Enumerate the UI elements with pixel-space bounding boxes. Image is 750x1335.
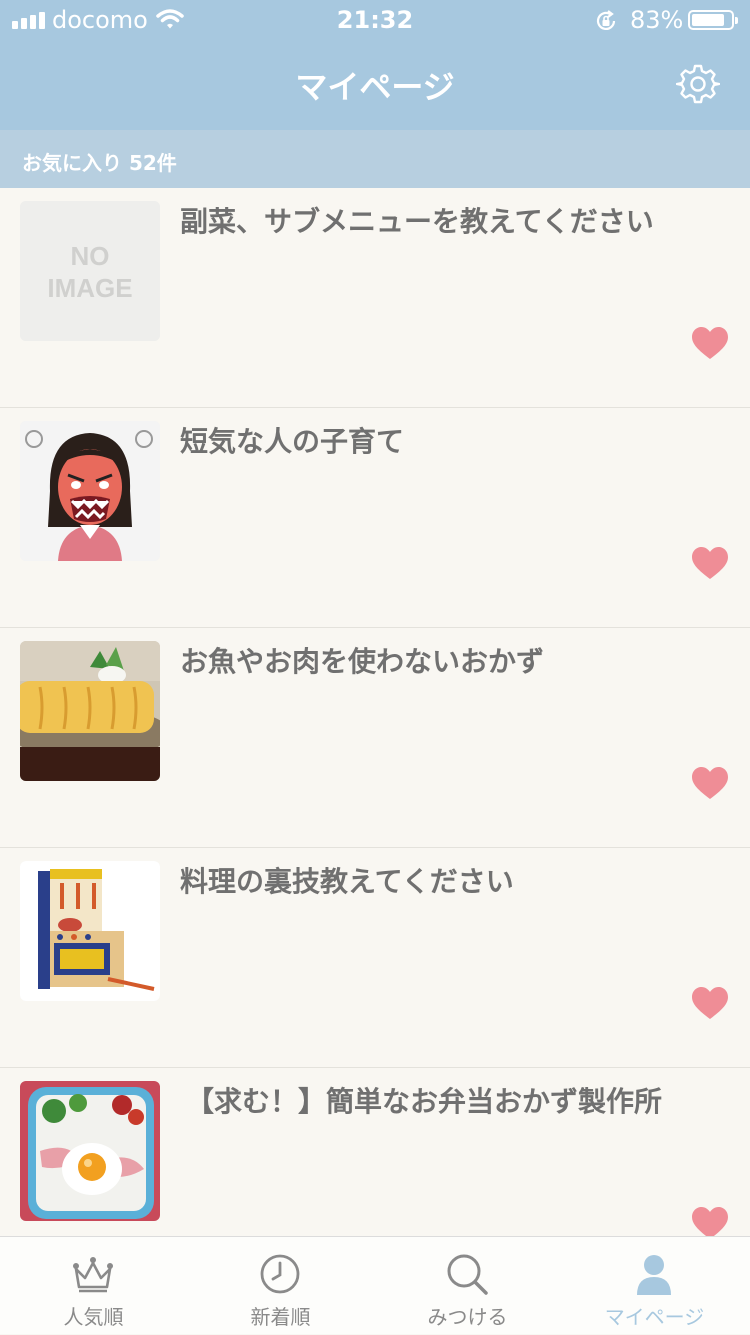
- tab-popular[interactable]: 人気順: [0, 1237, 187, 1335]
- page-title: マイページ: [295, 68, 455, 106]
- tamagoyaki-thumbnail: [20, 641, 160, 781]
- favorites-count-bar: お気に入り 52件: [0, 130, 750, 188]
- item-title: 料理の裏技教えてください: [180, 865, 514, 898]
- item-title: お魚やお肉を使わないおかず: [180, 645, 545, 678]
- list-item[interactable]: NO IMAGE 副菜、サブメニューを教えてください: [0, 188, 750, 408]
- tab-mypage[interactable]: マイページ: [561, 1237, 748, 1335]
- nav-bar: マイページ: [0, 40, 750, 130]
- rotation-lock-icon: [596, 10, 616, 30]
- svg-text:NO: NO: [71, 241, 110, 271]
- list-item[interactable]: お魚やお肉を使わないおかず: [0, 628, 750, 848]
- tab-label: マイページ: [604, 1305, 705, 1329]
- toy-kitchen-thumbnail: [20, 861, 160, 1001]
- svg-text:IMAGE: IMAGE: [47, 273, 132, 303]
- heart-icon[interactable]: [692, 987, 728, 1021]
- item-title: 短気な人の子育て: [180, 425, 405, 458]
- list-item[interactable]: 【求む！】簡単なお弁当おかず製作所: [0, 1068, 750, 1236]
- battery-percent: 83%: [630, 6, 684, 34]
- gear-icon[interactable]: [676, 62, 720, 106]
- item-title: 副菜、サブメニューを教えてください: [180, 205, 654, 238]
- bento-thumbnail: [20, 1081, 160, 1221]
- tab-label: 新着順: [250, 1305, 311, 1329]
- person-icon: [637, 1255, 671, 1295]
- heart-icon[interactable]: [692, 767, 728, 801]
- tab-search[interactable]: みつける: [374, 1237, 561, 1335]
- battery-icon: [688, 10, 738, 30]
- heart-icon[interactable]: [692, 547, 728, 581]
- list-item[interactable]: 短気な人の子育て: [0, 408, 750, 628]
- favorites-count: お気に入り 52件: [22, 151, 177, 175]
- tab-bar: 人気順 新着順 みつける マイページ: [0, 1236, 750, 1334]
- list-item[interactable]: 料理の裏技教えてください: [0, 848, 750, 1068]
- tab-label: みつける: [427, 1305, 508, 1329]
- item-title: 【求む！】簡単なお弁当おかず製作所: [186, 1085, 663, 1118]
- tab-label: 人気順: [63, 1305, 124, 1329]
- heart-icon[interactable]: [692, 1207, 728, 1236]
- search-icon: [447, 1254, 488, 1295]
- tab-newest[interactable]: 新着順: [187, 1237, 374, 1335]
- heart-icon[interactable]: [692, 327, 728, 361]
- favorites-list: NO IMAGE 副菜、サブメニューを教えてください 短気な人の子育て お魚やお…: [0, 188, 750, 1236]
- clock-icon: [260, 1254, 300, 1294]
- crown-icon: [73, 1257, 113, 1293]
- status-bar: docomo 21:32 83%: [0, 0, 750, 40]
- angry-woman-thumbnail: [20, 421, 160, 561]
- no-image-thumbnail: NO IMAGE: [20, 201, 160, 341]
